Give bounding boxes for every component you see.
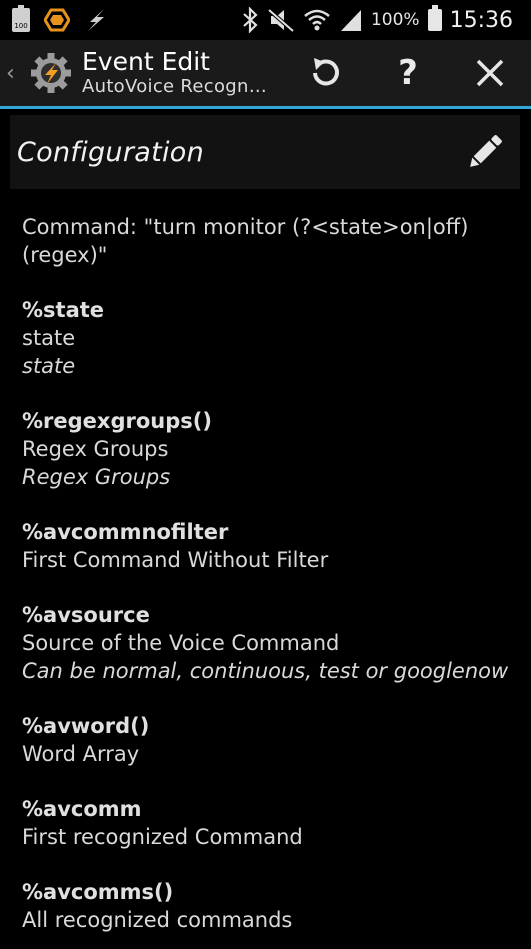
battery-small-icon: 100 xyxy=(12,5,30,32)
variable-name: %avcommnofilter xyxy=(22,520,229,544)
variable-label: First Command Without Filter xyxy=(22,548,329,572)
mute-icon xyxy=(267,8,295,33)
variable-name: %regexgroups() xyxy=(22,409,212,433)
signal-icon xyxy=(340,10,361,31)
edit-button[interactable] xyxy=(460,127,510,177)
battery-icon xyxy=(427,5,442,31)
list-item: %avcomms() All recognized commands xyxy=(22,878,520,934)
close-button[interactable] xyxy=(449,40,531,106)
battery-small-label: 100 xyxy=(14,22,28,30)
variable-label: Word Array xyxy=(22,742,140,766)
variable-description: state xyxy=(22,354,76,378)
variable-name: %avsource xyxy=(22,603,150,627)
list-item: %avcomm First recognized Command xyxy=(22,795,520,851)
variable-label: Source of the Voice Command xyxy=(22,631,340,655)
variables-list: Command: "turn monitor (?<state>on|off) … xyxy=(10,189,520,934)
list-item: %avcommnofilter First Command Without Fi… xyxy=(22,518,520,574)
status-bar: 100 100% 15:36 xyxy=(0,0,531,40)
variable-name: %avcomms() xyxy=(22,880,174,904)
pencil-icon xyxy=(470,135,502,167)
action-bar: ‹ Event Edit AutoVoice Recogn… ? xyxy=(0,40,531,109)
list-item: %avsource Source of the Voice Command Ca… xyxy=(22,601,520,685)
list-item: %avword() Word Array xyxy=(22,712,520,768)
hexagon-icon xyxy=(44,8,70,32)
list-item: %state state state xyxy=(22,296,520,380)
variable-label: All recognized commands xyxy=(22,908,293,932)
variable-name: %avword() xyxy=(22,714,150,738)
configuration-title: Configuration xyxy=(17,136,205,168)
command-text: Command: "turn monitor (?<state>on|off) … xyxy=(22,215,469,267)
close-icon xyxy=(476,59,504,87)
variable-description: Can be normal, continuous, test or googl… xyxy=(22,659,509,683)
help-button[interactable]: ? xyxy=(367,40,449,106)
app-gear-icon[interactable] xyxy=(30,52,72,94)
page-subtitle: AutoVoice Recogn… xyxy=(82,76,268,97)
variable-label: Regex Groups xyxy=(22,437,169,461)
lightning-icon xyxy=(88,9,104,31)
page-title: Event Edit xyxy=(82,47,210,76)
variable-label: First recognized Command xyxy=(22,825,303,849)
refresh-icon xyxy=(313,58,339,86)
bluetooth-icon xyxy=(243,7,258,33)
refresh-button[interactable] xyxy=(285,40,367,106)
configuration-panel: Configuration Command: "turn monitor (?<… xyxy=(10,115,520,949)
configuration-header: Configuration xyxy=(10,115,520,189)
variable-name: %state xyxy=(22,298,105,322)
variable-description: Regex Groups xyxy=(22,465,171,489)
back-chevron-icon[interactable]: ‹ xyxy=(6,61,20,86)
battery-percent: 100% xyxy=(370,10,420,30)
wifi-icon xyxy=(304,9,330,31)
clock: 15:36 xyxy=(449,7,513,33)
variable-label: state xyxy=(22,326,76,350)
variable-name: %avcomm xyxy=(22,797,142,821)
list-item: %regexgroups() Regex Groups Regex Groups xyxy=(22,407,520,491)
help-icon: ? xyxy=(398,53,418,93)
